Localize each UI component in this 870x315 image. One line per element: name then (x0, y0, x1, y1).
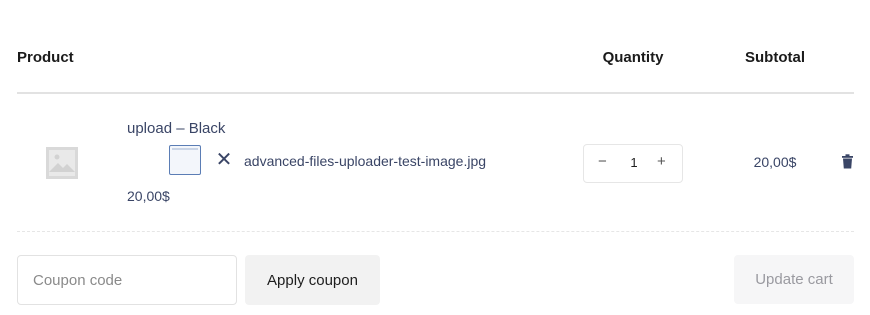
quantity-decrease-button[interactable]: − (598, 153, 607, 170)
product-price: 20,00$ (127, 188, 170, 204)
quantity-value[interactable]: 1 (629, 155, 639, 170)
header-divider (17, 92, 854, 94)
column-header-subtotal: Subtotal (745, 49, 805, 66)
quantity-stepper[interactable]: − 1 + (583, 144, 683, 183)
row-divider (17, 231, 854, 232)
close-icon[interactable]: ✕ (215, 150, 233, 170)
uploaded-file-thumbnail (169, 145, 201, 175)
uploaded-file-name: advanced-files-uploader-test-image.jpg (244, 153, 487, 169)
trash-icon[interactable] (841, 154, 854, 169)
coupon-code-input[interactable] (17, 255, 237, 305)
product-image-placeholder-icon[interactable] (46, 147, 78, 179)
product-name-link[interactable]: upload – Black (127, 120, 225, 137)
update-cart-button[interactable]: Update cart (734, 255, 854, 304)
apply-coupon-button[interactable]: Apply coupon (245, 255, 380, 305)
quantity-increase-button[interactable]: + (657, 153, 666, 170)
column-header-product: Product (17, 49, 74, 66)
line-subtotal: 20,00$ (753, 154, 797, 170)
column-header-quantity: Quantity (602, 49, 664, 66)
